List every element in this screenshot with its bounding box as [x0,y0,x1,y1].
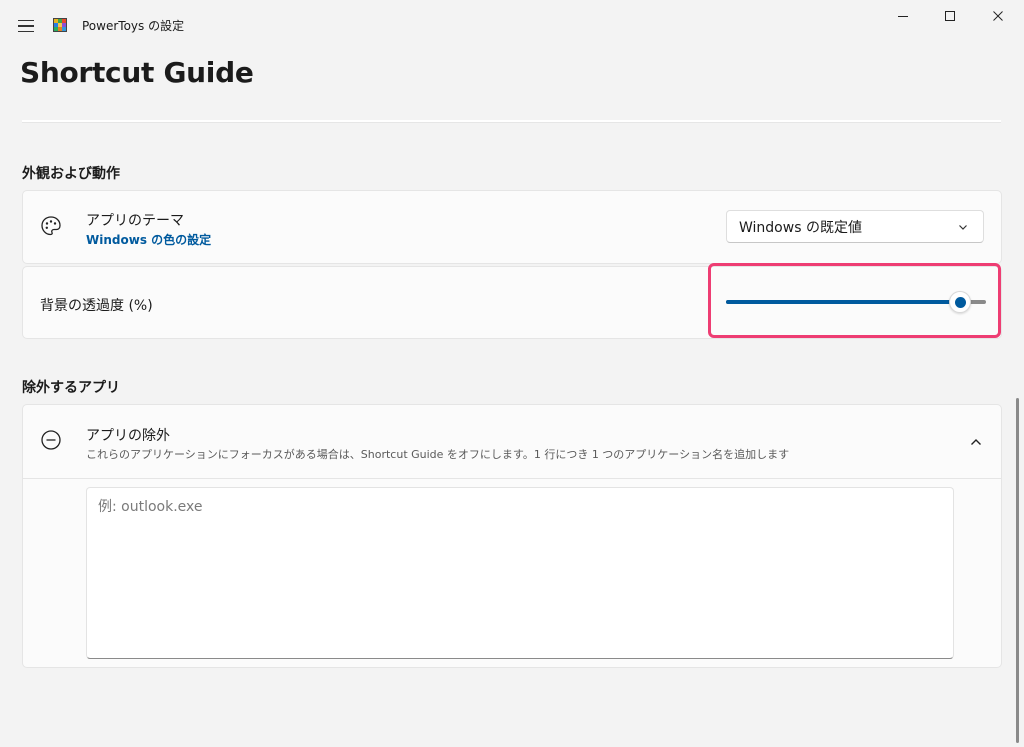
powertoys-icon [53,18,67,32]
excluded-apps-title: アプリの除外 [86,428,170,444]
menu-icon[interactable] [12,12,40,40]
excluded-section-header: 除外するアプリ [22,380,120,396]
title-bar: PowerToys の設定 [0,0,1024,48]
chevron-down-icon [959,225,967,230]
highlight-box [708,263,1001,338]
theme-dropdown[interactable]: Windows の既定値 [726,210,984,243]
maximize-icon [945,11,955,21]
windows-color-settings-link[interactable]: Windows の色の設定 [86,231,211,248]
scrollbar[interactable] [1016,398,1019,743]
appearance-section-header: 外観および動作 [22,166,120,182]
card-divider [22,478,1002,479]
close-button[interactable] [975,0,1021,32]
palette-icon [41,216,61,236]
theme-title: アプリのテーマ [86,213,184,229]
minus-circle-icon [41,430,61,450]
minimize-button[interactable] [880,0,926,32]
close-icon [993,11,1003,21]
section-divider [22,120,1001,123]
chevron-up-icon [971,439,981,445]
excluded-apps-input[interactable] [86,487,954,659]
theme-dropdown-value: Windows の既定値 [739,219,862,236]
collapse-button[interactable] [962,430,990,454]
page-title: Shortcut Guide [20,56,254,89]
opacity-title: 背景の透過度 (%) [40,298,153,314]
minimize-icon [898,16,908,17]
maximize-button[interactable] [927,0,973,32]
excluded-apps-description: これらのアプリケーションにフォーカスがある場合は、Shortcut Guide … [86,448,790,461]
window-title: PowerToys の設定 [82,19,185,33]
